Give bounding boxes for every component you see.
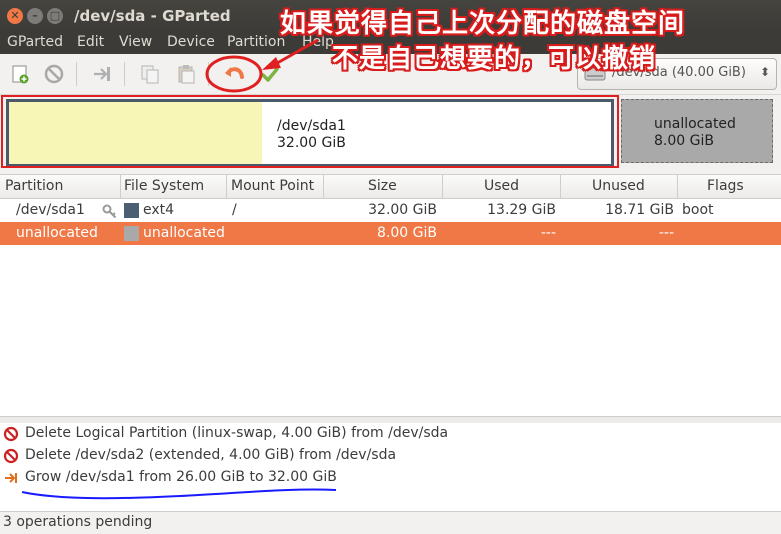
column-header-mount-point[interactable]: Mount Point: [231, 178, 314, 194]
resize-move-icon: [94, 67, 110, 81]
toolbar-separator: [76, 62, 77, 86]
operation-text: Delete /dev/sda2 (extended, 4.00 GiB) fr…: [25, 447, 397, 463]
undo-icon: [225, 67, 244, 79]
list-item[interactable]: Delete Logical Partition (linux-swap, 4.…: [0, 423, 781, 445]
status-bar: 3 operations pending: [0, 511, 781, 534]
menu-partition[interactable]: Partition: [227, 34, 285, 50]
undo-button[interactable]: [220, 60, 248, 88]
partition-table: Partition File System Mount Point Size U…: [0, 174, 781, 417]
chevron-updown-icon: ⬍: [759, 65, 770, 79]
cell-unused: 18.71 GiB: [605, 202, 674, 218]
menu-device[interactable]: Device: [167, 34, 215, 50]
column-divider: [323, 175, 324, 198]
minimize-window-button[interactable]: –: [27, 8, 43, 24]
new-partition-button[interactable]: [6, 60, 34, 88]
cell-flags: boot: [682, 202, 714, 218]
operation-text: Delete Logical Partition (linux-swap, 4.…: [25, 425, 449, 441]
menu-view[interactable]: View: [119, 34, 152, 50]
toolbar-separator: [124, 62, 125, 86]
list-item[interactable]: Delete /dev/sda2 (extended, 4.00 GiB) fr…: [0, 445, 781, 467]
column-divider: [560, 175, 561, 198]
paste-icon: [178, 65, 195, 84]
list-item[interactable]: Grow /dev/sda1 from 26.00 GiB to 32.00 G…: [0, 467, 781, 489]
cell-size: 32.00 GiB: [368, 202, 437, 218]
column-header-partition[interactable]: Partition: [5, 178, 63, 194]
key-icon: [102, 204, 117, 219]
delete-partition-button[interactable]: [40, 60, 68, 88]
disk-map-unallocated[interactable]: unallocated 8.00 GiB: [621, 99, 773, 163]
column-header-filesystem[interactable]: File System: [124, 178, 204, 194]
toolbar-separator: [208, 62, 209, 86]
menu-gparted[interactable]: GParted: [7, 34, 63, 50]
copy-button[interactable]: [136, 60, 164, 88]
checkmark-icon: [261, 67, 279, 82]
unallocated-map-label: unallocated 8.00 GiB: [654, 116, 736, 150]
filesystem-color-swatch: [124, 226, 139, 241]
delete-icon: [3, 448, 19, 464]
cell-unused: ---: [658, 225, 674, 241]
column-header-size[interactable]: Size: [368, 178, 397, 194]
unallocated-map-size: 8.00 GiB: [654, 133, 714, 149]
close-window-button[interactable]: ✕: [7, 8, 23, 24]
copy-icon: [141, 65, 159, 84]
pending-operations-list: Delete Logical Partition (linux-swap, 4.…: [0, 423, 781, 511]
menu-edit[interactable]: Edit: [77, 34, 104, 50]
column-header-flags[interactable]: Flags: [707, 178, 744, 194]
cell-filesystem: unallocated: [143, 225, 225, 241]
column-divider: [677, 175, 678, 198]
filesystem-color-swatch: [124, 203, 139, 218]
unallocated-map-name: unallocated: [654, 116, 736, 132]
resize-move-button[interactable]: [88, 60, 116, 88]
cell-partition: unallocated: [16, 225, 98, 241]
cell-partition: /dev/sda1: [16, 202, 85, 218]
delete-icon: [44, 64, 64, 84]
cell-filesystem: ext4: [143, 202, 175, 218]
annotation-text-line2: 不是自己想要的，可以撤销: [332, 44, 657, 74]
annotation-text-line1: 如果觉得自己上次分配的磁盘空间: [280, 9, 686, 39]
cell-used: ---: [540, 225, 556, 241]
column-header-used[interactable]: Used: [484, 178, 519, 194]
column-header-unused[interactable]: Unused: [592, 178, 645, 194]
column-divider: [442, 175, 443, 198]
cell-used: 13.29 GiB: [487, 202, 556, 218]
table-header: Partition File System Mount Point Size U…: [0, 175, 781, 199]
table-row[interactable]: unallocated unallocated 8.00 GiB --- ---: [0, 222, 781, 245]
cell-mount-point: /: [232, 202, 237, 218]
operation-text: Grow /dev/sda1 from 26.00 GiB to 32.00 G…: [25, 469, 337, 485]
paste-button[interactable]: [172, 60, 200, 88]
table-row[interactable]: /dev/sda1 ext4 / 32.00 GiB 13.29 GiB 18.…: [0, 199, 781, 222]
column-divider: [120, 175, 121, 198]
cell-size: 8.00 GiB: [377, 225, 437, 241]
delete-icon: [3, 426, 19, 442]
maximize-window-button[interactable]: □: [47, 8, 63, 24]
status-text: 3 operations pending: [3, 514, 153, 530]
apply-button[interactable]: [256, 60, 284, 88]
new-partition-icon: [12, 65, 29, 84]
gparted-window: ✕ – □ /dev/sda - GParted GParted Edit Vi…: [0, 0, 781, 534]
resize-move-icon: [5, 473, 17, 483]
annotation-red-rectangle: [1, 95, 619, 168]
window-title: /dev/sda - GParted: [74, 7, 231, 25]
column-divider: [226, 175, 227, 198]
